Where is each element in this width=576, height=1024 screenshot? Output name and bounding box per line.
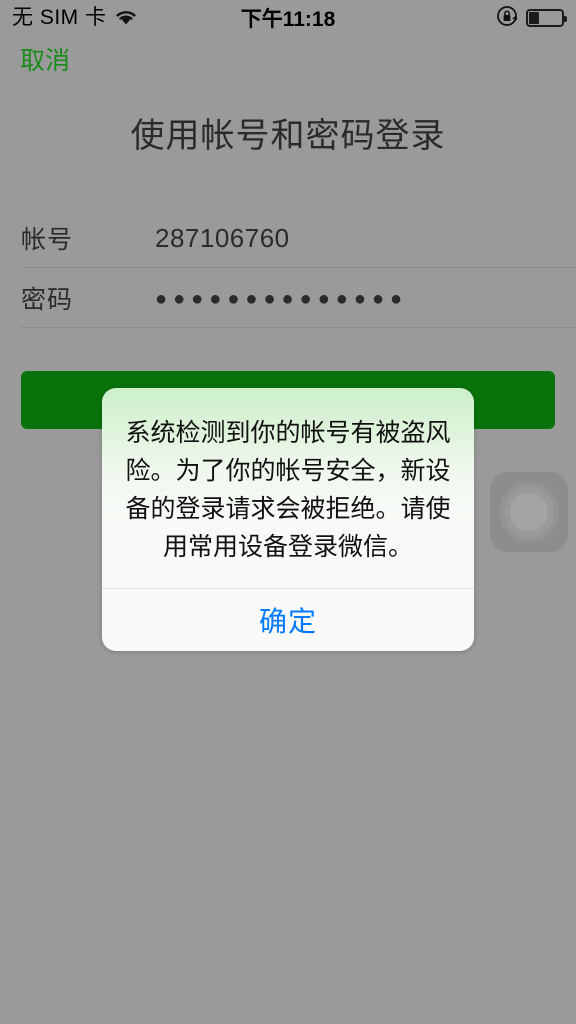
alert-body: 系统检测到你的帐号有被盗风险。为了你的帐号安全，新设备的登录请求会被拒绝。请使用… — [102, 388, 474, 588]
security-alert-dialog: 系统检测到你的帐号有被盗风险。为了你的帐号安全，新设备的登录请求会被拒绝。请使用… — [102, 388, 474, 651]
alert-confirm-button[interactable]: 确定 — [102, 589, 474, 651]
alert-message: 系统检测到你的帐号有被盗风险。为了你的帐号安全，新设备的登录请求会被拒绝。请使用… — [125, 419, 451, 561]
phone-screen: 无 SIM 卡 下午11:18 取消 使用帐号和密码登录 帐号 28710676… — [0, 0, 576, 1024]
alert-backdrop: 系统检测到你的帐号有被盗风险。为了你的帐号安全，新设备的登录请求会被拒绝。请使用… — [0, 0, 576, 1024]
alert-actions: 确定 — [102, 589, 474, 651]
